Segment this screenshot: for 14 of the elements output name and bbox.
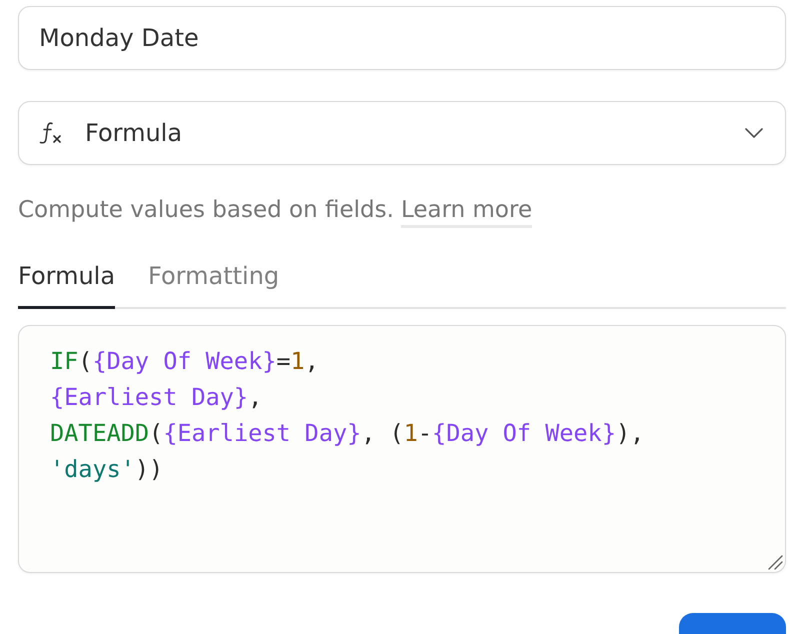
code-line: 'days')) [50,454,164,485]
resize-handle-icon[interactable] [767,554,783,570]
tab[interactable]: Formula [18,262,116,309]
function-icon [39,121,63,145]
code-line: {Earliest Day}, [50,382,262,413]
field-type-dropdown[interactable]: Formula [18,101,786,165]
name-field[interactable]: Monday Date [18,6,786,70]
chevron-down-icon [745,128,763,138]
code-line: DATEADD({Earliest Day}, (1-{Day Of Week}), [50,418,644,449]
code-line: IF({Day Of Week}=1, [50,346,319,377]
description-text: Compute values based on fields. [18,196,394,225]
tab[interactable]: Formatting [148,262,280,309]
learn-more-link[interactable]: Learn more [400,195,532,228]
formula-editor[interactable]: IF({Day Of Week}=1, {Earliest Day}, DATEADD({Earliest Day}, (1-{Day Of Week}), 'days')) [18,325,786,573]
